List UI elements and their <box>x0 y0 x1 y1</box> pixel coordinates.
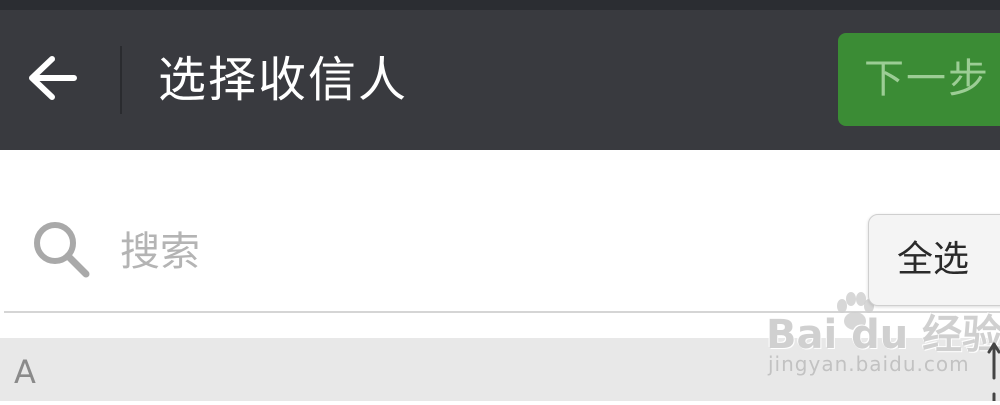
arrow-left-icon <box>29 56 77 100</box>
top-bar: 选择收信人 下一步 <box>0 10 1000 150</box>
search-input[interactable] <box>120 222 840 282</box>
back-button[interactable] <box>14 40 90 116</box>
status-bar <box>0 0 1000 10</box>
select-all-button[interactable]: 全选 <box>868 214 1000 306</box>
search-icon <box>34 222 90 278</box>
page-title: 选择收信人 <box>158 52 409 108</box>
section-header-a: A <box>0 338 1000 401</box>
next-step-button[interactable]: 下一步 <box>838 33 1000 126</box>
section-letter: A <box>14 353 36 391</box>
search-underline <box>4 311 1000 313</box>
arrow-up-icon <box>987 342 1000 403</box>
alphabet-index-bar[interactable] <box>982 338 1000 403</box>
search-bar <box>0 150 1000 338</box>
header-divider <box>120 46 122 114</box>
